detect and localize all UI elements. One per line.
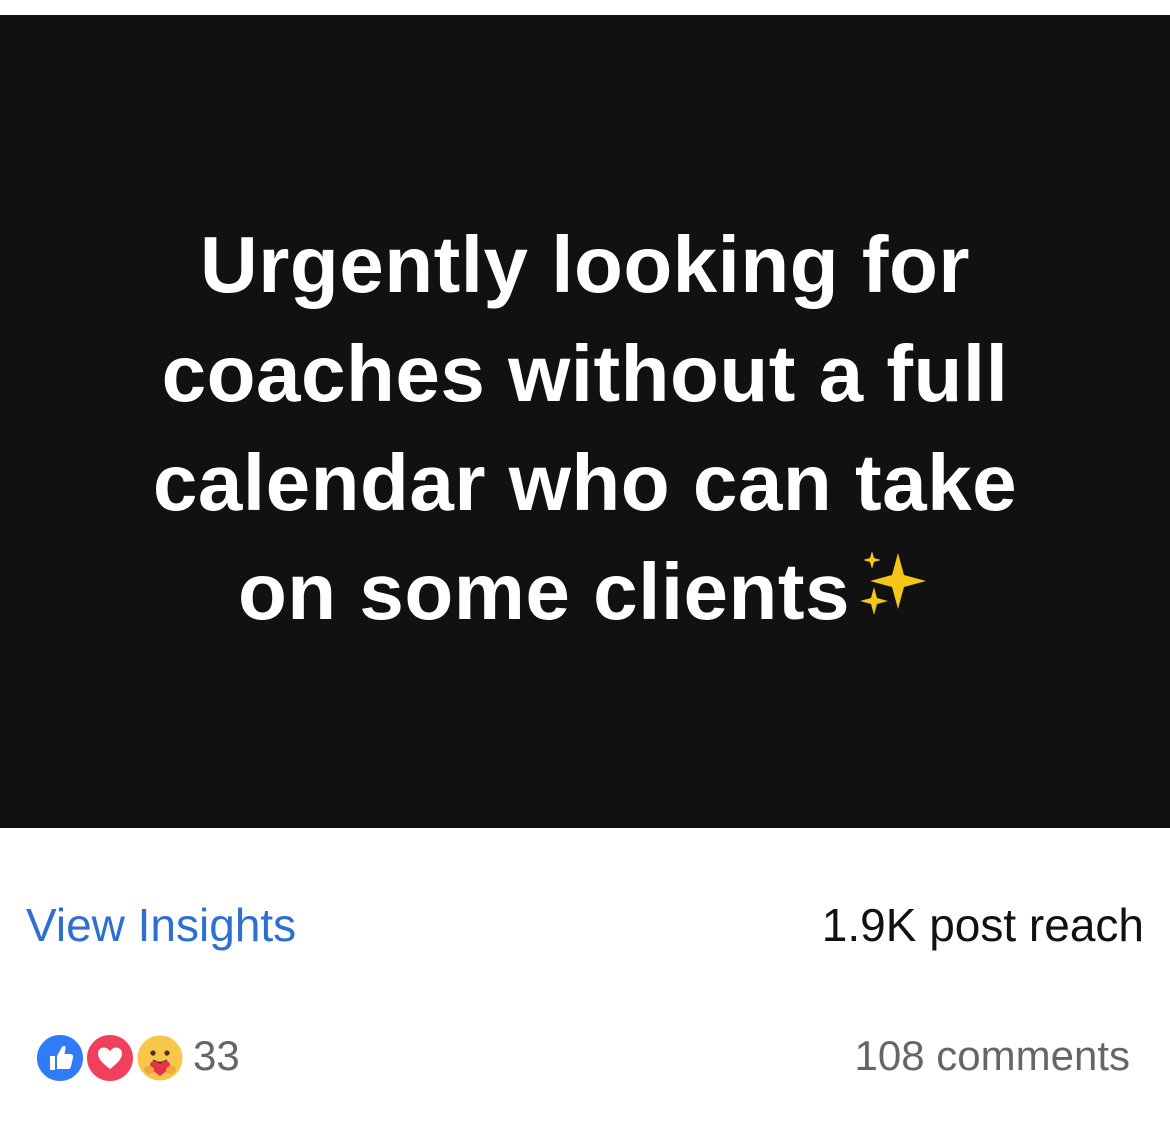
like-icon [34,1032,86,1084]
view-insights-link[interactable]: View Insights [26,898,296,952]
comments-count-link[interactable]: 108 comments [855,1032,1130,1080]
reactions-row: 33 108 comments [0,1020,1170,1090]
post-text-line: coaches without a full [161,329,1009,418]
sparkles-icon [854,543,932,621]
post-image-text: Urgently looking for coaches without a f… [0,210,1170,646]
post-text-line: on some clients [237,547,851,636]
post-text-line-last: on some clients [0,537,1170,646]
reaction-count[interactable]: 33 [193,1032,240,1080]
love-icon [84,1032,136,1084]
post-reach-text: 1.9K post reach [821,899,1144,951]
post-text-line: Urgently looking for [200,220,970,309]
post-text-line: calendar who can take [152,438,1018,527]
care-icon [134,1032,186,1084]
insights-row: View Insights 1.9K post reach [0,890,1170,960]
reaction-icons[interactable] [34,1032,186,1084]
